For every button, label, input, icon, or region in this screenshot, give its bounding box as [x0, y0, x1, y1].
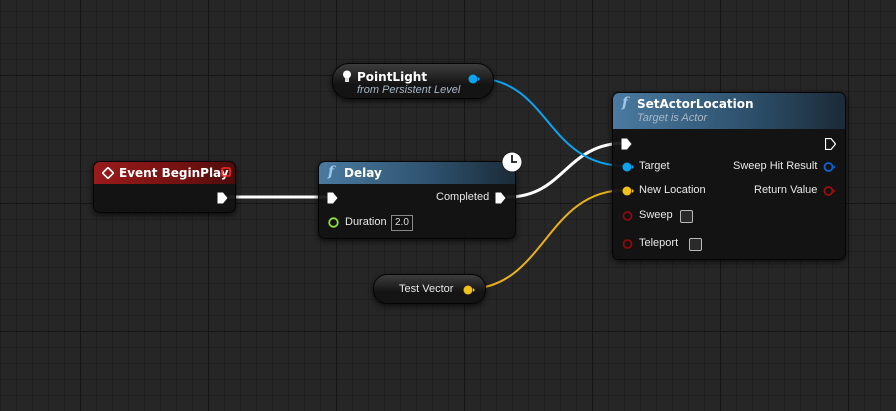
lightbulb-icon — [343, 70, 351, 82]
return-value-label: Return Value — [754, 184, 818, 196]
clock-icon — [501, 151, 523, 173]
delay-duration-input[interactable]: 2.0 — [391, 215, 413, 231]
function-icon: f — [328, 164, 335, 180]
pointlight-output-pin[interactable] — [468, 74, 480, 84]
event-diamond-icon — [102, 167, 114, 179]
new-location-input-label: New Location — [639, 184, 706, 196]
return-value-output-pin[interactable] — [823, 186, 836, 196]
event-beginplay-exec-out-pin[interactable] — [217, 192, 228, 204]
event-delegate-pin[interactable] — [221, 167, 231, 177]
setactorlocation-exec-out-pin[interactable] — [825, 138, 836, 150]
target-input-label: Target — [639, 160, 670, 172]
setactorlocation-title: SetActorLocation — [637, 97, 754, 111]
setactorlocation-subtitle: Target is Actor — [637, 112, 708, 124]
test-vector-node[interactable]: Test Vector — [373, 274, 486, 304]
exec-wire-delay-to-setactorlocation[interactable] — [506, 141, 627, 199]
sweep-hit-result-output-pin[interactable] — [823, 162, 836, 172]
delay-duration-pin[interactable] — [328, 217, 339, 228]
teleport-input-pin[interactable] — [622, 239, 634, 249]
sweep-hit-result-label: Sweep Hit Result — [733, 160, 818, 172]
object-wire-pointlight-to-target[interactable] — [473, 77, 627, 167]
event-beginplay-title: Event BeginPlay — [119, 166, 229, 180]
setactorlocation-exec-in-pin[interactable] — [621, 138, 632, 150]
pointlight-title: PointLight — [357, 70, 428, 84]
sweep-checkbox[interactable] — [680, 210, 693, 223]
teleport-checkbox[interactable] — [689, 238, 702, 251]
test-vector-title: Test Vector — [399, 283, 454, 295]
function-icon: f — [622, 95, 629, 111]
delay-completed-exec-out-pin[interactable] — [495, 192, 506, 204]
teleport-input-label: Teleport — [639, 237, 679, 249]
pointlight-subtitle: from Persistent Level — [357, 84, 461, 96]
sweep-input-pin[interactable] — [622, 211, 634, 221]
delay-completed-label: Completed — [436, 191, 490, 203]
delay-duration-label: Duration — [345, 216, 387, 228]
new-location-input-pin[interactable] — [622, 186, 634, 196]
delay-node[interactable]: f Delay Completed Duration 2.0 — [318, 161, 516, 239]
target-input-pin[interactable] — [622, 162, 634, 172]
delay-title: Delay — [344, 166, 382, 180]
delay-exec-in-pin[interactable] — [327, 192, 338, 204]
pointlight-node[interactable]: PointLight from Persistent Level — [332, 63, 494, 99]
test-vector-output-pin[interactable] — [463, 285, 475, 295]
event-beginplay-node[interactable]: Event BeginPlay — [93, 161, 236, 213]
sweep-input-label: Sweep — [639, 209, 673, 221]
setactorlocation-node[interactable]: f SetActorLocation Target is Actor Targe… — [612, 92, 846, 260]
